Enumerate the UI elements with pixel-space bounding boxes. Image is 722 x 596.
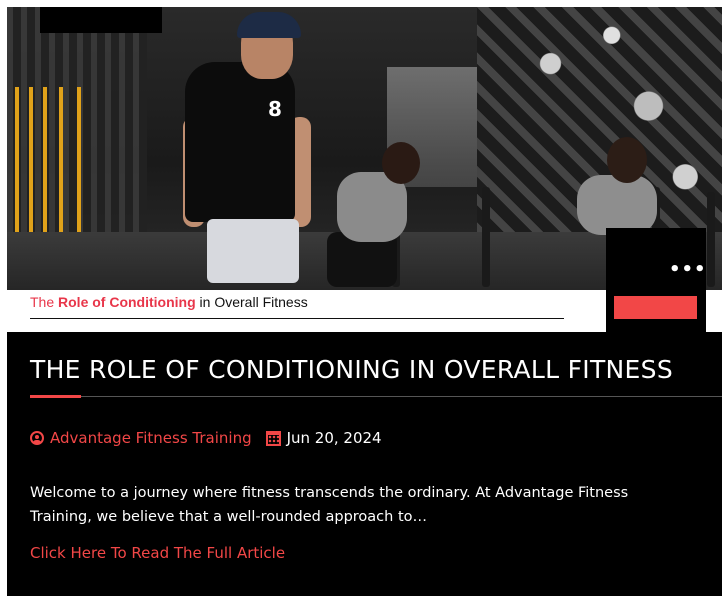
coach-cap <box>237 12 301 38</box>
more-dots-icon[interactable]: ••• <box>669 261 707 279</box>
sled-post <box>482 187 490 287</box>
coach-figure <box>185 62 295 222</box>
post-date: Jun 20, 2024 <box>286 429 382 447</box>
overlay-action-button[interactable] <box>614 296 697 319</box>
calendar-icon <box>265 430 281 446</box>
post-meta: Advantage Fitness Training Jun 20, 2024 <box>30 428 382 448</box>
caption-underline <box>30 318 564 319</box>
athlete-head <box>382 142 420 184</box>
caption-suffix: in Overall Fitness <box>195 294 308 310</box>
image-caption: The Role of Conditioning in Overall Fitn… <box>30 294 308 310</box>
athlete-figure <box>577 175 657 235</box>
shirt-logo: 8 <box>268 97 282 121</box>
blog-post-card: 8 The Role of Conditioning in Overall Fi… <box>7 7 722 596</box>
post-title[interactable]: THE ROLE OF CONDITIONING IN OVERALL FITN… <box>30 355 710 384</box>
athlete-head <box>607 137 647 183</box>
title-divider <box>30 396 722 397</box>
image-corner-block <box>40 7 162 33</box>
sled-post <box>707 192 715 287</box>
title-accent-bar <box>30 395 81 398</box>
post-excerpt: Welcome to a journey where fitness trans… <box>30 485 629 525</box>
user-circle-icon <box>30 431 44 445</box>
caption-prefix: The <box>30 294 59 310</box>
coach-shorts <box>207 219 299 283</box>
author-link[interactable]: Advantage Fitness Training <box>50 429 252 447</box>
read-more-link[interactable]: Click Here To Read The Full Article <box>30 544 285 562</box>
caption-highlight: Role of Conditioning <box>58 294 196 310</box>
